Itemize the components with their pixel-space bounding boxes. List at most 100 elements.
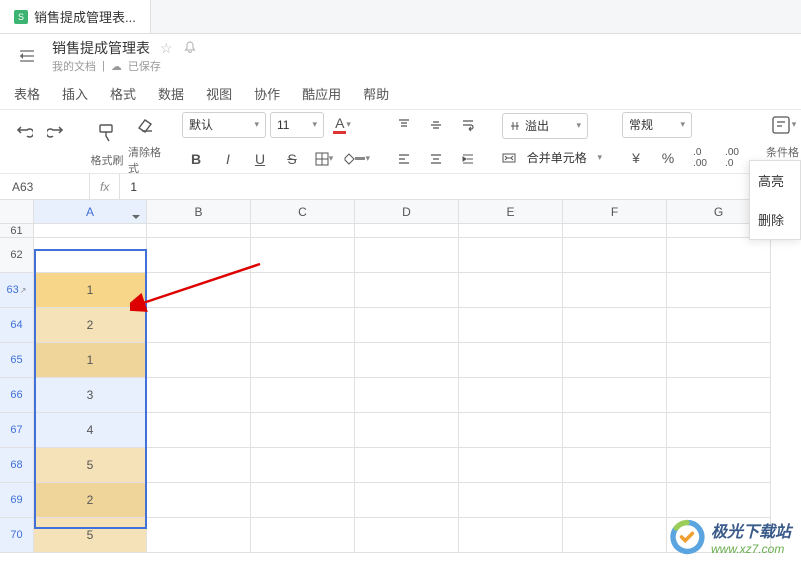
font-size-select[interactable]: 11 ▾ (270, 112, 324, 138)
cell-F65[interactable] (563, 343, 667, 378)
currency-button[interactable]: ¥ (622, 144, 650, 172)
cell-C70[interactable] (251, 518, 355, 553)
cell-C64[interactable] (251, 308, 355, 343)
cell-F69[interactable] (563, 483, 667, 518)
bold-button[interactable]: B (182, 145, 210, 173)
menu-help[interactable]: 帮助 (363, 84, 389, 103)
cell-A68[interactable]: 5 (34, 448, 147, 483)
cell-E70[interactable] (459, 518, 563, 553)
row-header-63[interactable]: 63↗ (0, 273, 34, 308)
valign-middle-button[interactable] (422, 111, 450, 139)
cell-B68[interactable] (147, 448, 251, 483)
menu-highlight[interactable]: 高亮 (750, 161, 800, 200)
cell-A63[interactable]: 1 (34, 273, 147, 308)
cell-C65[interactable] (251, 343, 355, 378)
fill-color-button[interactable]: ▾ (342, 145, 370, 173)
wrap-button[interactable] (454, 111, 482, 139)
percent-button[interactable]: % (654, 144, 682, 172)
cell-F68[interactable] (563, 448, 667, 483)
decimal-increase-button[interactable]: .00.0 (718, 144, 746, 172)
cell-A62[interactable] (34, 238, 147, 273)
cell-F67[interactable] (563, 413, 667, 448)
cell-E64[interactable] (459, 308, 563, 343)
menu-collab[interactable]: 协作 (254, 84, 280, 103)
decimal-decrease-button[interactable]: .0.00 (686, 144, 714, 172)
cell-E61[interactable] (459, 224, 563, 238)
cell-F62[interactable] (563, 238, 667, 273)
document-tab[interactable]: S 销售提成管理表... (0, 0, 151, 33)
align-left-button[interactable] (390, 145, 418, 173)
col-header-B[interactable]: B (147, 200, 251, 224)
menu-delete[interactable]: 删除 (750, 200, 800, 239)
cell-B61[interactable] (147, 224, 251, 238)
cell-F61[interactable] (563, 224, 667, 238)
cell-D61[interactable] (355, 224, 459, 238)
cell-E67[interactable] (459, 413, 563, 448)
menu-coolapp[interactable]: 酷应用 (302, 84, 341, 103)
cell-C66[interactable] (251, 378, 355, 413)
col-header-A[interactable]: A (34, 200, 147, 224)
cell-D62[interactable] (355, 238, 459, 273)
col-header-E[interactable]: E (459, 200, 563, 224)
cell-G68[interactable] (667, 448, 771, 483)
cell-E69[interactable] (459, 483, 563, 518)
undo-button[interactable] (10, 117, 38, 145)
redo-button[interactable] (42, 117, 70, 145)
cell-B66[interactable] (147, 378, 251, 413)
formula-input[interactable]: 1 (120, 180, 147, 194)
cell-D67[interactable] (355, 413, 459, 448)
cell-B63[interactable] (147, 273, 251, 308)
cell-A67[interactable]: 4 (34, 413, 147, 448)
cell-C62[interactable] (251, 238, 355, 273)
cell-E62[interactable] (459, 238, 563, 273)
cell-G63[interactable] (667, 273, 771, 308)
cell-G64[interactable] (667, 308, 771, 343)
row-header-68[interactable]: 68 (0, 448, 34, 483)
italic-button[interactable]: I (214, 145, 242, 173)
row-header-69[interactable]: 69 (0, 483, 34, 518)
row-header-61[interactable]: 61 (0, 224, 34, 238)
cell-F70[interactable] (563, 518, 667, 553)
cell-D70[interactable] (355, 518, 459, 553)
col-header-C[interactable]: C (251, 200, 355, 224)
cell-D64[interactable] (355, 308, 459, 343)
cell-C67[interactable] (251, 413, 355, 448)
cell-G69[interactable] (667, 483, 771, 518)
menu-insert[interactable]: 插入 (62, 84, 88, 103)
font-name-select[interactable]: 默认 ▾ (182, 112, 266, 138)
row-header-67[interactable]: 67 (0, 413, 34, 448)
overflow-select[interactable]: 溢出 ▾ (502, 113, 588, 139)
cell-B64[interactable] (147, 308, 251, 343)
menu-view[interactable]: 视图 (206, 84, 232, 103)
cell-A64[interactable]: 2 (34, 308, 147, 343)
cell-A70[interactable]: 5 (34, 518, 147, 553)
cell-A65[interactable]: 1 (34, 343, 147, 378)
cell-F66[interactable] (563, 378, 667, 413)
collapse-sidebar-button[interactable] (16, 45, 38, 67)
cell-A61[interactable] (34, 224, 147, 238)
name-box[interactable]: A63 (0, 174, 90, 199)
valign-top-button[interactable] (390, 111, 418, 139)
cell-C63[interactable] (251, 273, 355, 308)
cell-E68[interactable] (459, 448, 563, 483)
clear-format-button[interactable] (128, 108, 162, 142)
row-header-66[interactable]: 66 (0, 378, 34, 413)
cell-D68[interactable] (355, 448, 459, 483)
row-header-64[interactable]: 64 (0, 308, 34, 343)
underline-button[interactable]: U (246, 145, 274, 173)
cell-C68[interactable] (251, 448, 355, 483)
cell-A69[interactable]: 2 (34, 483, 147, 518)
bell-icon[interactable] (183, 41, 197, 55)
cell-D66[interactable] (355, 378, 459, 413)
fx-icon[interactable]: fx (90, 174, 120, 199)
number-format-select[interactable]: 常规 ▾ (622, 112, 692, 138)
cell-A66[interactable]: 3 (34, 378, 147, 413)
strikethrough-button[interactable]: S (278, 145, 306, 173)
align-center-button[interactable] (422, 145, 450, 173)
sheet-area[interactable]: ABCDEFG616263↗1642651663674685692705 (0, 200, 801, 564)
cell-B67[interactable] (147, 413, 251, 448)
cell-E63[interactable] (459, 273, 563, 308)
menu-data[interactable]: 数据 (158, 84, 184, 103)
row-header-70[interactable]: 70 (0, 518, 34, 553)
cell-B62[interactable] (147, 238, 251, 273)
